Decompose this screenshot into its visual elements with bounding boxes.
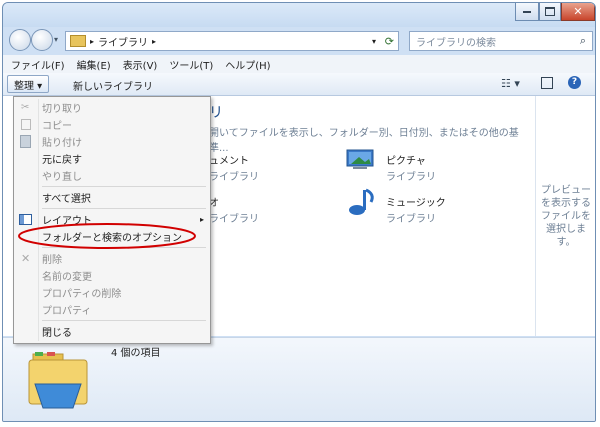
preview-pane: プレビュー を表示する ファイルを 選択しま す。 — [535, 96, 595, 336]
maximize-button[interactable] — [539, 3, 561, 21]
forward-button[interactable] — [31, 29, 53, 51]
paste-icon — [20, 135, 31, 148]
menu-item-label: 名前の変更 — [42, 272, 92, 283]
delete-icon: ✕ — [21, 252, 31, 265]
library-heading: リ — [209, 105, 223, 121]
organize-button[interactable]: 整理 ▾ — [7, 75, 50, 93]
command-bar: 整理 ▾ 新しいライブラリ ☷ ▾ ? — [3, 73, 595, 96]
menu-tools[interactable]: ツール(T) — [169, 57, 213, 72]
menu-item-delete[interactable]: ✕ 削除 — [14, 250, 210, 267]
menu-item-undo[interactable]: 元に戻す — [14, 150, 210, 167]
close-button[interactable]: ✕ — [561, 3, 595, 21]
item-count: 4 個の項目 — [111, 348, 161, 359]
menu-view[interactable]: 表示(V) — [123, 57, 158, 72]
highlight-ellipse — [18, 223, 196, 249]
search-icon[interactable]: ⌕ — [580, 34, 586, 48]
minimize-icon — [523, 10, 531, 13]
search-input[interactable]: ライブラリの検索 ⌕ — [409, 31, 593, 51]
menu-item-label: 切り取り — [42, 104, 82, 115]
address-dropdown-icon[interactable]: ▾ — [372, 37, 376, 46]
menu-bar: ファイル(F) 編集(E) 表示(V) ツール(T) ヘルプ(H) — [3, 55, 595, 73]
title-bar: ✕ — [3, 3, 595, 27]
details-pane: 4 個の項目 — [3, 337, 595, 421]
menu-item-close[interactable]: 閉じる — [14, 323, 210, 340]
menu-item-select-all[interactable]: すべて選択 — [14, 189, 210, 206]
new-library-button[interactable]: 新しいライブラリ — [73, 78, 153, 93]
menu-item-cut[interactable]: ✂ 切り取り — [14, 99, 210, 116]
breadcrumb-arrow-icon: ▸ — [152, 36, 157, 46]
library-item-videos-sub: ライブラリ — [209, 214, 259, 225]
menu-item-remove-properties[interactable]: プロパティの削除 — [14, 284, 210, 301]
menu-help[interactable]: ヘルプ(H) — [225, 57, 270, 72]
menu-item-label: 貼り付け — [42, 138, 82, 149]
library-item-pictures-sub: ライブラリ — [386, 172, 436, 183]
music-icon[interactable] — [347, 188, 377, 218]
menu-item-label: 削除 — [42, 255, 62, 266]
help-icon[interactable]: ? — [568, 76, 581, 89]
menu-item-label: 元に戻す — [42, 155, 82, 166]
menu-item-label: コピー — [42, 121, 72, 132]
preview-text-line: ファイルを — [541, 211, 591, 222]
pictures-icon[interactable] — [345, 148, 377, 170]
library-large-icon — [25, 348, 91, 412]
menu-separator — [42, 320, 206, 321]
organize-menu: ✂ 切り取り コピー 貼り付け 元に戻す やり直し すべて選択 レイアウト ▸ … — [13, 96, 211, 344]
breadcrumb-arrow-icon: ▸ — [90, 36, 95, 46]
preview-pane-icon[interactable] — [541, 77, 553, 89]
recent-pages-icon[interactable]: ▾ — [54, 35, 58, 44]
explorer-window: ✕ ▾ ▸ ライブラリ ▸ ▾ ⟳ ライブラリの検索 ⌕ ファイル(F) 編集(… — [2, 2, 596, 422]
breadcrumb[interactable]: ライブラリ — [98, 34, 148, 49]
maximize-icon — [545, 7, 555, 16]
library-item-documents[interactable]: ュメント — [209, 152, 249, 167]
menu-item-label: すべて選択 — [42, 194, 91, 205]
menu-item-label: プロパティの削除 — [42, 289, 122, 300]
menu-item-label: 閉じる — [42, 328, 72, 339]
library-folder-icon — [70, 35, 86, 47]
cut-icon: ✂ — [21, 102, 30, 113]
close-icon: ✕ — [573, 5, 583, 18]
menu-item-paste[interactable]: 貼り付け — [14, 133, 210, 150]
menu-separator — [42, 186, 206, 187]
menu-item-label: やり直し — [42, 172, 82, 183]
back-button[interactable] — [9, 29, 31, 51]
menu-item-copy[interactable]: コピー — [14, 116, 210, 133]
preview-text-line: を表示する — [541, 198, 591, 209]
menu-item-redo[interactable]: やり直し — [14, 167, 210, 184]
preview-text-line: プレビュー — [541, 185, 591, 196]
address-bar[interactable]: ▸ ライブラリ ▸ ▾ ⟳ — [65, 31, 399, 51]
preview-text-line: 選択しま — [546, 224, 586, 235]
minimize-button[interactable] — [515, 3, 539, 21]
copy-icon — [21, 119, 31, 130]
search-placeholder: ライブラリの検索 — [416, 37, 496, 49]
menu-separator — [42, 208, 206, 209]
library-item-music-sub: ライブラリ — [386, 214, 436, 225]
submenu-arrow-icon: ▸ — [199, 215, 204, 224]
refresh-icon[interactable]: ⟳ — [385, 35, 394, 48]
library-item-music[interactable]: ミュージック — [386, 194, 446, 209]
menu-item-rename[interactable]: 名前の変更 — [14, 267, 210, 284]
library-item-documents-sub: ライブラリ — [209, 172, 259, 183]
preview-text-line: す。 — [556, 237, 576, 248]
menu-item-label: プロパティ — [42, 306, 92, 317]
library-item-pictures[interactable]: ピクチャ — [386, 152, 426, 167]
view-options-icon[interactable]: ☷ ▾ — [501, 77, 520, 90]
menu-file[interactable]: ファイル(F) — [11, 57, 65, 72]
menu-edit[interactable]: 編集(E) — [77, 57, 111, 72]
menu-item-properties[interactable]: プロパティ — [14, 301, 210, 318]
